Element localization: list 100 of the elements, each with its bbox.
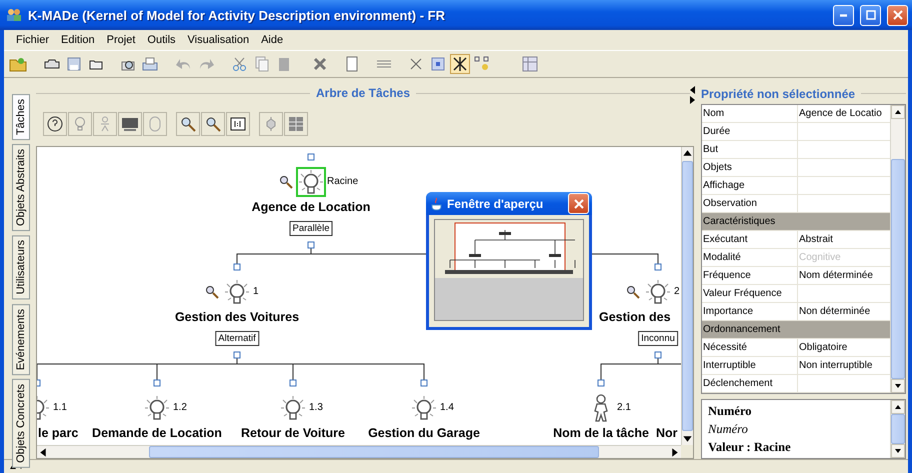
collapse-left-icon[interactable] bbox=[690, 86, 695, 94]
lightbulb-icon bbox=[298, 169, 324, 195]
scroll-down-button[interactable] bbox=[891, 379, 905, 393]
collapse-right-icon[interactable] bbox=[690, 96, 695, 104]
task-number: 1.3 bbox=[309, 402, 323, 414]
close-button[interactable] bbox=[568, 193, 589, 214]
task-name[interactable]: Gestion des Voitures bbox=[174, 310, 300, 325]
description-text: Numéro bbox=[708, 421, 749, 438]
description-value: Valeur : Racine bbox=[708, 439, 792, 456]
side-tab[interactable]: Tâches bbox=[12, 94, 30, 140]
task-name[interactable]: Retour de Voiture bbox=[241, 426, 345, 441]
triangle-up-icon bbox=[894, 403, 902, 411]
mouse-icon bbox=[149, 116, 161, 132]
grid-icon bbox=[431, 57, 445, 71]
operator-label: Parallèle bbox=[290, 221, 332, 236]
task-node-frame[interactable] bbox=[296, 167, 326, 197]
task-name[interactable]: Gestion des bbox=[599, 310, 671, 325]
lightbulb-icon bbox=[224, 279, 250, 305]
cross-icon bbox=[409, 57, 423, 71]
menu-item[interactable]: Aide bbox=[255, 34, 290, 46]
help-icon bbox=[47, 116, 63, 132]
property-name: Objets bbox=[702, 159, 798, 176]
scroll-thumb[interactable] bbox=[891, 414, 905, 444]
lightbulb-icon bbox=[280, 395, 306, 421]
menu-item[interactable]: Visualisation bbox=[182, 34, 256, 46]
minimize-icon bbox=[840, 14, 847, 16]
task-name[interactable]: Nor bbox=[656, 426, 678, 441]
scroll-thumb[interactable] bbox=[891, 159, 905, 379]
tray-icon bbox=[44, 58, 60, 70]
task-name[interactable]: Gestion du Garage bbox=[368, 426, 480, 441]
operator-label: Alternatif bbox=[215, 331, 259, 346]
task-name[interactable]: Nom de la tâche bbox=[553, 426, 649, 441]
connection-port bbox=[654, 352, 662, 358]
menu-item[interactable]: Fichier bbox=[10, 34, 56, 46]
property-value[interactable]: Non interruptible bbox=[798, 357, 890, 374]
scroll-up-button[interactable] bbox=[891, 400, 905, 414]
align-icon bbox=[265, 116, 277, 132]
preview-window-title: Fenêtre d'aperçu bbox=[447, 196, 544, 210]
property-value[interactable]: Obligatoire bbox=[798, 339, 890, 356]
window-title: K-MADe (Kernel of Model for Activity Description environment) - FR bbox=[28, 8, 446, 22]
side-tab[interactable]: Utilisateurs bbox=[12, 235, 30, 300]
person-icon bbox=[98, 116, 112, 132]
task-name[interactable]: Demande de Location bbox=[92, 426, 222, 441]
property-name: Nom bbox=[702, 105, 798, 122]
actual-size-button[interactable] bbox=[226, 112, 250, 136]
task-name[interactable]: Agence de Location bbox=[252, 200, 370, 215]
delete-icon bbox=[313, 57, 327, 71]
help-button[interactable] bbox=[43, 112, 67, 136]
table-button[interactable] bbox=[520, 54, 540, 74]
task-number: 2.1 bbox=[617, 402, 631, 414]
menu-item[interactable]: Edition bbox=[55, 34, 101, 46]
redo-icon bbox=[198, 57, 214, 71]
task-name[interactable]: le parc bbox=[38, 426, 78, 441]
zoom-in-button[interactable] bbox=[176, 112, 200, 136]
property-name: Importance bbox=[702, 303, 798, 320]
lightbulb-icon bbox=[411, 395, 437, 421]
zoom-out-button[interactable] bbox=[201, 112, 225, 136]
menu-item[interactable]: Projet bbox=[100, 34, 142, 46]
zoom-icon[interactable] bbox=[205, 285, 219, 299]
menu-item[interactable]: Outils bbox=[141, 34, 182, 46]
grid-button[interactable] bbox=[284, 112, 308, 136]
lightbulb-icon bbox=[144, 395, 170, 421]
property-name: Exécutant bbox=[702, 231, 798, 248]
description-heading: Numéro bbox=[708, 403, 753, 420]
zoom-icon[interactable] bbox=[279, 175, 293, 189]
horizontal-scrollbar[interactable] bbox=[37, 445, 681, 458]
property-value[interactable]: Abstrait bbox=[798, 231, 890, 248]
side-tab[interactable]: Objets Abstraits bbox=[12, 144, 30, 232]
printer-icon bbox=[142, 56, 158, 72]
section-header: Caractéristiques bbox=[702, 215, 776, 229]
table-icon bbox=[522, 56, 538, 72]
property-value[interactable]: Agence de Locatio bbox=[798, 105, 890, 122]
copy-icon bbox=[255, 56, 269, 72]
app-icon bbox=[6, 8, 22, 22]
connection-port bbox=[420, 380, 428, 386]
close-icon bbox=[574, 198, 584, 208]
connection-port bbox=[654, 264, 662, 270]
zoom-in-icon bbox=[180, 116, 196, 132]
vertical-scrollbar[interactable] bbox=[681, 147, 693, 445]
property-value[interactable]: Nom déterminée bbox=[798, 267, 890, 284]
triangle-down-icon bbox=[894, 447, 902, 455]
zoom-icon[interactable] bbox=[626, 285, 640, 299]
minimize-button[interactable] bbox=[833, 4, 854, 26]
close-icon bbox=[892, 10, 902, 20]
clipboard-icon bbox=[277, 56, 291, 72]
folder-icon bbox=[9, 56, 27, 72]
scroll-up-button[interactable] bbox=[891, 105, 905, 119]
property-value[interactable]: Non déterminée bbox=[798, 303, 890, 320]
monitor-button[interactable] bbox=[118, 112, 142, 136]
expand-collapse-icon[interactable] bbox=[10, 463, 24, 470]
side-tab[interactable]: Objets Concrets bbox=[12, 378, 30, 468]
cup-icon bbox=[431, 196, 443, 210]
scroll-down-button[interactable] bbox=[891, 444, 905, 458]
close-button[interactable] bbox=[887, 4, 908, 26]
triangle-down-icon bbox=[894, 382, 902, 390]
page-icon bbox=[345, 56, 359, 72]
maximize-button[interactable] bbox=[860, 4, 881, 26]
side-tab[interactable]: Evénements bbox=[12, 304, 30, 375]
property-name: Interruptible bbox=[702, 357, 798, 374]
property-name: Affichage bbox=[702, 177, 798, 194]
